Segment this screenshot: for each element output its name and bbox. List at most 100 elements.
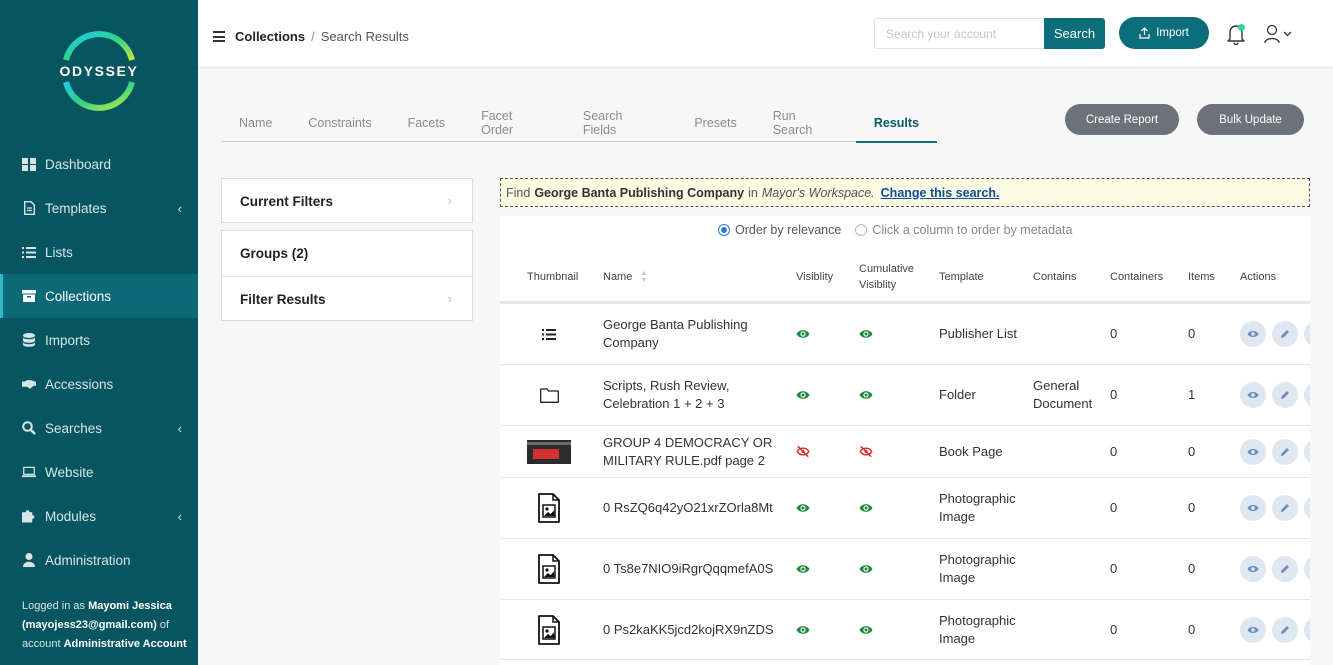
sidebar-item-website[interactable]: Website (0, 450, 198, 494)
more-action-icon[interactable] (1304, 495, 1310, 521)
filter-results-toggle[interactable]: Filter Results › (222, 276, 472, 321)
row-containers: 0 (1110, 500, 1118, 515)
tab-facets[interactable]: Facets (390, 104, 464, 142)
row-items: 0 (1188, 326, 1196, 341)
view-action-icon[interactable] (1240, 382, 1266, 408)
header-visibility[interactable]: Visiblity (796, 252, 833, 301)
more-action-icon[interactable] (1304, 321, 1310, 347)
sidebar-item-dashboard[interactable]: Dashboard (0, 142, 198, 186)
current-filters-toggle[interactable]: Current Filters › (222, 179, 472, 224)
row-name[interactable]: 0 Ps2kaKK5jcd2kojRX9nZDS (603, 600, 788, 659)
find-query: George Banta Publishing Company (534, 185, 745, 200)
search-icon (22, 421, 36, 435)
header-cumulative-visibility[interactable]: Cumulative Visiblity (859, 252, 914, 301)
header-contains[interactable]: Contains (1033, 252, 1076, 301)
table-row[interactable]: George Banta Publishing Company Publisher… (500, 304, 1310, 365)
row-name[interactable]: Scripts, Rush Review, Celebration 1 + 2 … (603, 365, 788, 425)
header-cumulative-line2: Visiblity (859, 278, 897, 291)
change-search-link[interactable]: Change this search. (881, 186, 1000, 200)
visible-eye-icon[interactable] (796, 304, 810, 364)
row-template: Photographic Image (939, 612, 1016, 646)
notifications-bell-icon[interactable] (1226, 23, 1246, 46)
row-template: Photographic Image (939, 552, 1016, 585)
row-name[interactable]: 0 Ts8e7NIO9iRgrQqqmefA0S (603, 539, 788, 599)
table-row[interactable]: GROUP 4 DEMOCRACY OR MILITARY RULE.pdf p… (500, 426, 1310, 478)
tab-facet-order[interactable]: Facet Order (463, 104, 565, 142)
order-relevance-radio[interactable]: Order by relevance (718, 223, 841, 237)
row-containers: 0 (1110, 387, 1118, 402)
current-filters-panel: Current Filters › (221, 178, 473, 223)
header-template[interactable]: Template (939, 252, 984, 301)
visible-eye-icon[interactable] (796, 600, 810, 659)
view-action-icon[interactable] (1240, 556, 1266, 582)
account-search-input[interactable] (874, 18, 1044, 49)
edit-action-icon[interactable] (1272, 382, 1298, 408)
sidebar-item-searches[interactable]: Searches ‹ (0, 406, 198, 450)
sidebar-item-accessions[interactable]: Accessions (0, 362, 198, 406)
tab-results[interactable]: Results (855, 104, 938, 143)
table-row[interactable]: 0 Ps2kaKK5jcd2kojRX9nZDS Photographic Ima… (500, 600, 1310, 660)
sidebar-item-modules[interactable]: Modules ‹ (0, 494, 198, 538)
more-action-icon[interactable] (1304, 616, 1310, 643)
row-template: Book Page (939, 443, 1003, 459)
tab-run-search[interactable]: Run Search (755, 104, 856, 142)
more-action-icon[interactable] (1304, 556, 1310, 582)
menu-toggle-icon[interactable] (213, 31, 225, 42)
sidebar-item-label: Collections (45, 288, 112, 304)
breadcrumb: Collections / Search Results (235, 29, 409, 44)
bulk-update-button[interactable]: Bulk Update (1197, 104, 1304, 135)
brand-name: ODYSSEY (59, 63, 139, 79)
groups-toggle[interactable]: Groups (2) (222, 231, 472, 276)
view-action-icon[interactable] (1240, 438, 1266, 465)
header-items[interactable]: Items (1188, 252, 1215, 301)
logged-prefix: Logged in as (22, 600, 85, 612)
edit-action-icon[interactable] (1272, 438, 1298, 465)
puzzle-icon (22, 509, 36, 523)
visible-eye-icon[interactable] (796, 365, 810, 425)
edit-action-icon[interactable] (1272, 556, 1298, 582)
order-metadata-label: Click a column to order by metadata (872, 223, 1073, 237)
view-action-icon[interactable] (1240, 321, 1266, 347)
edit-action-icon[interactable] (1272, 321, 1298, 347)
notification-dot (1238, 24, 1245, 31)
user-icon (22, 553, 36, 567)
view-action-icon[interactable] (1240, 616, 1266, 643)
row-items: 0 (1188, 500, 1196, 515)
table-row[interactable]: Scripts, Rush Review, Celebration 1 + 2 … (500, 365, 1310, 426)
hidden-eye-icon[interactable] (796, 426, 810, 477)
row-name[interactable]: 0 RsZQ6q42yO21xrZOrla8Mt (603, 478, 788, 538)
table-row[interactable]: 0 Ts8e7NIO9iRgrQqqmefA0S Photographic Ima… (500, 539, 1310, 600)
search-button[interactable]: Search (1044, 18, 1105, 49)
user-menu-icon[interactable] (1264, 24, 1294, 44)
edit-action-icon[interactable] (1272, 495, 1298, 521)
row-actions (1240, 478, 1310, 538)
import-button[interactable]: Import (1119, 17, 1209, 49)
view-action-icon[interactable] (1240, 495, 1266, 521)
header-thumbnail[interactable]: Thumbnail (527, 252, 578, 301)
more-action-icon[interactable] (1304, 438, 1310, 465)
breadcrumb-collections[interactable]: Collections (235, 29, 305, 44)
more-action-icon[interactable] (1304, 382, 1310, 408)
create-report-button[interactable]: Create Report (1065, 104, 1179, 135)
image-file-icon (527, 539, 571, 599)
header-containers[interactable]: Containers (1110, 252, 1163, 301)
tab-constraints[interactable]: Constraints (290, 104, 389, 142)
sidebar-item-templates[interactable]: Templates ‹ (0, 186, 198, 230)
odyssey-logo[interactable]: ODYSSEY (58, 30, 140, 112)
sidebar-item-imports[interactable]: Imports (0, 318, 198, 362)
sidebar-item-label: Templates (45, 200, 107, 216)
row-name[interactable]: GROUP 4 DEMOCRACY OR MILITARY RULE.pdf p… (603, 426, 788, 477)
sidebar-item-administration[interactable]: Administration (0, 538, 198, 582)
header-name[interactable]: Name ▲ ▼ (603, 252, 647, 301)
row-name[interactable]: George Banta Publishing Company (603, 304, 788, 364)
sidebar-item-collections[interactable]: Collections (0, 274, 198, 318)
tab-search-fields[interactable]: Search Fields (565, 104, 676, 142)
order-metadata-radio[interactable]: Click a column to order by metadata (855, 223, 1072, 237)
tab-presets[interactable]: Presets (676, 104, 754, 142)
visible-eye-icon[interactable] (796, 478, 810, 538)
edit-action-icon[interactable] (1272, 616, 1298, 643)
table-row[interactable]: 0 RsZQ6q42yO21xrZOrla8Mt Photographic Ima… (500, 478, 1310, 539)
sidebar-item-lists[interactable]: Lists (0, 230, 198, 274)
tab-name[interactable]: Name (221, 104, 290, 142)
visible-eye-icon[interactable] (796, 539, 810, 599)
